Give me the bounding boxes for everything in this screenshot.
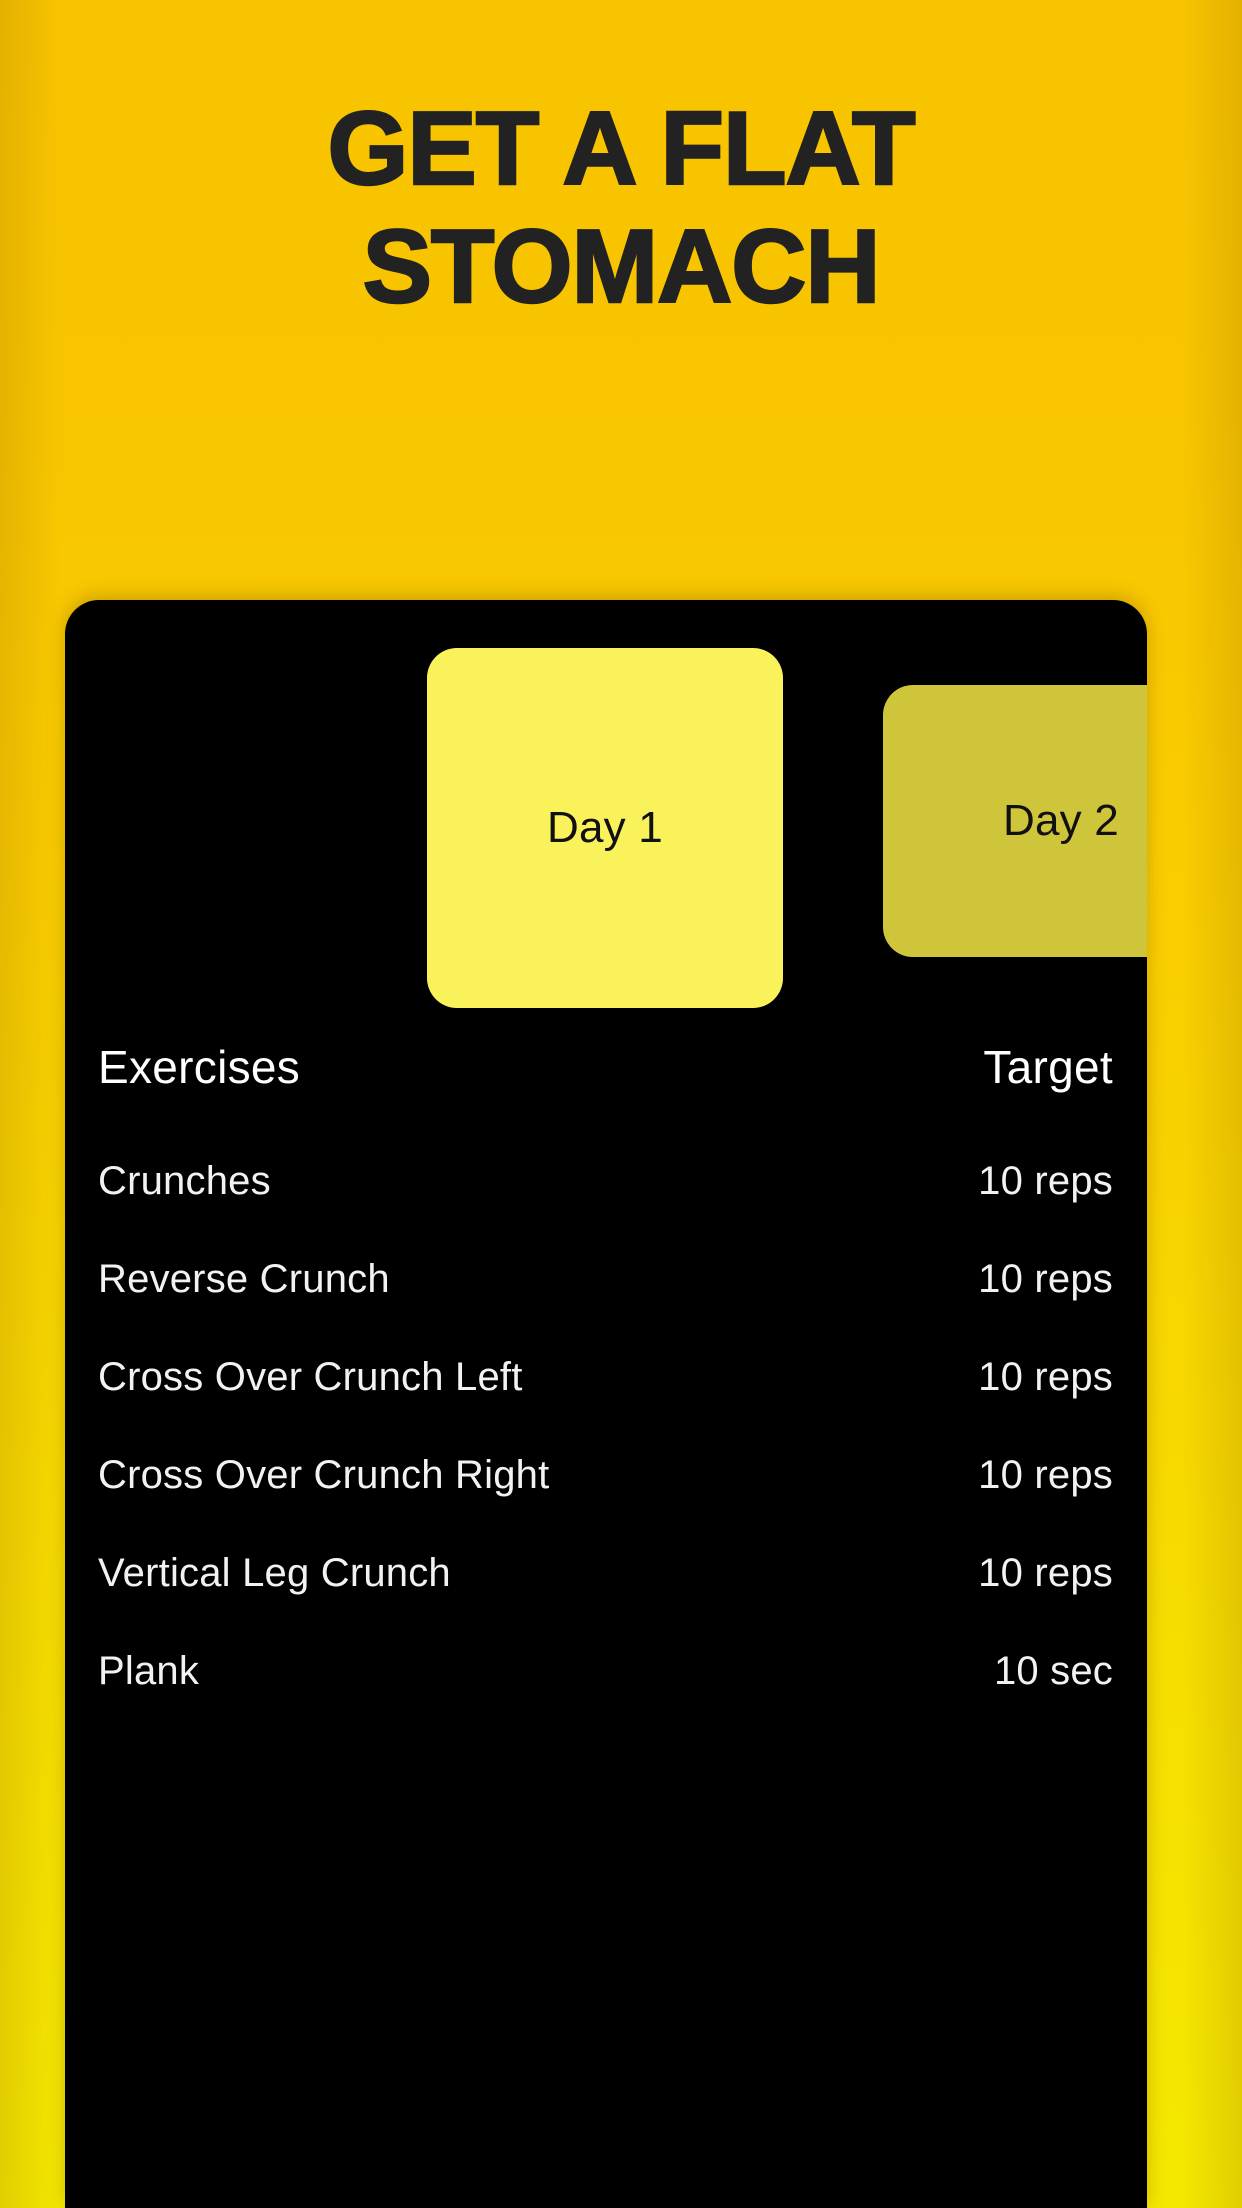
exercise-name: Reverse Crunch xyxy=(98,1257,390,1301)
column-header-exercises: Exercises xyxy=(98,1041,301,1093)
exercise-target: 10 reps xyxy=(978,1355,1113,1399)
exercise-table: Exercises Target Crunches 10 reps Revers… xyxy=(65,1040,1147,1724)
exercise-target: 10 sec xyxy=(993,1649,1113,1693)
exercise-name: Cross Over Crunch Left xyxy=(98,1355,523,1399)
exercise-name: Vertical Leg Crunch xyxy=(98,1551,451,1595)
table-row[interactable]: Crunches 10 reps xyxy=(98,1159,1113,1234)
exercise-name: Cross Over Crunch Right xyxy=(98,1453,550,1497)
tab-day-1-label: Day 1 xyxy=(547,803,663,852)
workout-card: Day 1 Day 2 Exercises Target Crunches 10… xyxy=(65,600,1147,2208)
table-row[interactable]: Reverse Crunch 10 reps xyxy=(98,1257,1113,1332)
tab-day-1[interactable]: Day 1 xyxy=(427,648,783,1008)
table-row[interactable]: Plank 10 sec xyxy=(98,1649,1113,1724)
page-title: GET A FLAT STOMACH xyxy=(0,90,1242,327)
exercise-name: Crunches xyxy=(98,1159,271,1203)
column-header-target: Target xyxy=(983,1041,1113,1093)
exercise-name: Plank xyxy=(98,1649,200,1693)
page-title-line-2: STOMACH xyxy=(361,208,881,327)
table-row[interactable]: Vertical Leg Crunch 10 reps xyxy=(98,1551,1113,1626)
table-row[interactable]: Cross Over Crunch Right 10 reps xyxy=(98,1453,1113,1528)
day-tab-bar: Day 1 Day 2 xyxy=(65,600,1147,1040)
app-screen: GET A FLAT STOMACH Day 1 Day 2 Exercises… xyxy=(0,0,1242,2208)
page-title-line-1: GET A FLAT xyxy=(326,90,916,209)
table-row[interactable]: Cross Over Crunch Left 10 reps xyxy=(98,1355,1113,1430)
table-header-row: Exercises Target xyxy=(98,1040,1113,1136)
exercise-target: 10 reps xyxy=(978,1257,1113,1301)
exercise-target: 10 reps xyxy=(978,1453,1113,1497)
tab-day-2[interactable]: Day 2 xyxy=(883,685,1147,957)
exercise-target: 10 reps xyxy=(978,1159,1113,1203)
tab-day-2-label: Day 2 xyxy=(1003,796,1119,845)
exercise-target: 10 reps xyxy=(978,1551,1113,1595)
